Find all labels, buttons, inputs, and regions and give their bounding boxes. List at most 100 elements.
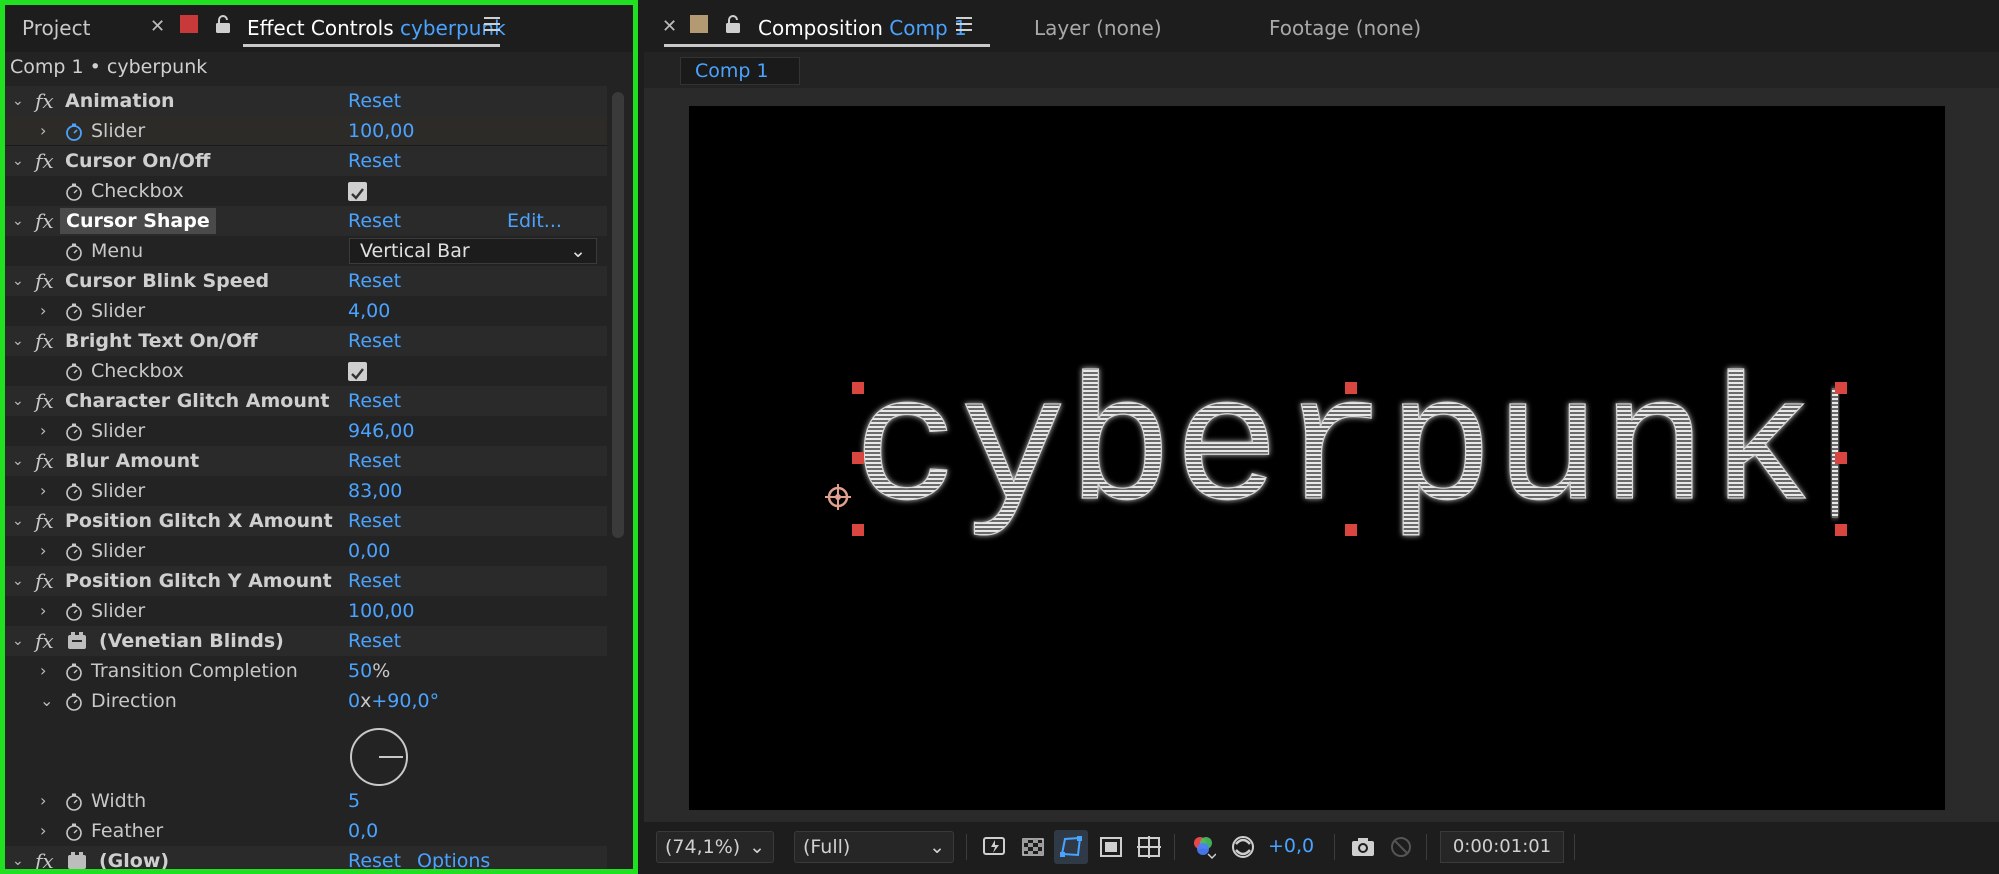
stopwatch-icon[interactable] <box>65 183 83 201</box>
effect-row-cursor-shape[interactable]: ⌄ fx Cursor Shape Reset Edit... <box>5 206 607 236</box>
fx-icon[interactable]: fx <box>35 386 54 416</box>
effect-row-cursor-onoff[interactable]: ⌄ fx Cursor On/Off Reset <box>5 146 607 176</box>
reset-link[interactable]: Reset <box>348 446 401 476</box>
param-row-slider[interactable]: › Slider 4,00 <box>5 296 607 326</box>
param-value[interactable]: 0,0 <box>348 816 378 846</box>
magnification-dropdown[interactable]: (74,1%) ⌄ <box>656 831 774 863</box>
effect-row-animation[interactable]: ⌄ fx Animation Reset <box>5 86 607 116</box>
exposure-reset-icon[interactable] <box>1230 834 1256 860</box>
viewer-scrollbar[interactable] <box>1977 88 1991 822</box>
collapse-chevron-icon[interactable]: ⌄ <box>12 446 26 476</box>
stopwatch-icon-active[interactable] <box>65 123 83 141</box>
collapse-chevron-icon[interactable]: ⌄ <box>12 326 26 356</box>
fx-icon[interactable]: fx <box>35 326 54 356</box>
stopwatch-icon[interactable] <box>65 663 83 681</box>
panel-menu-icon[interactable] <box>956 17 972 31</box>
anchor-point-icon[interactable] <box>825 484 851 510</box>
stopwatch-icon[interactable] <box>65 793 83 811</box>
direction-value[interactable]: 0x+90,0° <box>348 686 439 716</box>
tab-composition[interactable]: Composition Comp 1 <box>758 14 967 42</box>
reset-link[interactable]: Reset <box>348 386 401 416</box>
tab-footage[interactable]: Footage (none) <box>1269 14 1421 42</box>
close-icon[interactable]: ✕ <box>150 16 165 37</box>
param-value[interactable]: 83,00 <box>348 476 402 506</box>
mask-path-icon[interactable] <box>1058 834 1084 860</box>
collapse-chevron-icon[interactable]: ⌄ <box>12 626 26 656</box>
effect-row-blur-amount[interactable]: ⌄ fx Blur Amount Reset <box>5 446 607 476</box>
param-row-feather[interactable]: › Feather 0,0 <box>5 816 607 846</box>
expand-chevron-icon[interactable]: › <box>40 816 54 846</box>
param-value[interactable]: 100,00 <box>348 596 414 626</box>
effect-row-position-glitch-x[interactable]: ⌄ fx Position Glitch X Amount Reset <box>5 506 607 536</box>
collapse-chevron-icon[interactable]: ⌄ <box>12 506 26 536</box>
edit-link[interactable]: Edit... <box>507 206 562 236</box>
comp-breadcrumb[interactable]: Comp 1 <box>680 57 800 85</box>
param-value[interactable]: 50% <box>348 656 390 686</box>
fx-icon[interactable]: fx <box>35 446 54 476</box>
composition-canvas[interactable]: cyberpunk <box>689 106 1945 810</box>
expand-chevron-icon[interactable]: › <box>40 296 54 326</box>
expand-chevron-icon[interactable]: › <box>40 656 54 686</box>
stopwatch-icon[interactable] <box>65 363 83 381</box>
comp-text-layer[interactable]: cyberpunk <box>852 350 1815 552</box>
cursor-shape-dropdown[interactable]: Vertical Bar ⌄ <box>349 238 597 264</box>
panel-menu-icon[interactable] <box>484 17 500 31</box>
fx-icon[interactable]: fx <box>35 86 54 116</box>
param-value[interactable]: 100,00 <box>348 116 414 146</box>
reset-link[interactable]: Reset <box>348 86 401 116</box>
param-value[interactable]: 0,00 <box>348 536 390 566</box>
param-row-transition-completion[interactable]: › Transition Completion 50% <box>5 656 607 686</box>
effect-row-position-glitch-y[interactable]: ⌄ fx Position Glitch Y Amount Reset <box>5 566 607 596</box>
param-row-slider[interactable]: › Slider 100,00 <box>5 596 607 626</box>
param-row-slider[interactable]: › Slider 0,00 <box>5 536 607 566</box>
composition-viewer[interactable]: cyberpunk <box>644 88 1999 822</box>
checkbox-checked[interactable] <box>348 362 367 381</box>
collapse-chevron-icon[interactable]: ⌄ <box>12 146 26 176</box>
param-value[interactable]: 946,00 <box>348 416 414 446</box>
effect-row-venetian-blinds[interactable]: ⌄ fx (Venetian Blinds) Reset <box>5 626 607 656</box>
angle-dial[interactable] <box>348 726 410 788</box>
reset-link[interactable]: Reset <box>348 206 401 236</box>
options-link[interactable]: Options <box>417 846 490 874</box>
tab-effect-controls[interactable]: Effect Controls cyberpunk <box>247 14 506 42</box>
param-row-width[interactable]: › Width 5 <box>5 786 607 816</box>
snapshot-camera-icon[interactable] <box>1350 834 1376 860</box>
reset-link[interactable]: Reset <box>348 326 401 356</box>
collapse-chevron-icon[interactable]: ⌄ <box>12 86 26 116</box>
fx-icon[interactable]: fx <box>35 846 54 874</box>
transparency-grid-icon[interactable] <box>1020 834 1046 860</box>
stopwatch-icon[interactable] <box>65 693 83 711</box>
exposure-value[interactable]: +0,0 <box>1268 835 1314 857</box>
stopwatch-icon[interactable] <box>65 823 83 841</box>
stopwatch-icon[interactable] <box>65 303 83 321</box>
expand-chevron-icon[interactable]: › <box>40 476 54 506</box>
stopwatch-icon[interactable] <box>65 543 83 561</box>
param-row-slider[interactable]: › Slider 100,00 <box>5 116 607 146</box>
effect-row-bright-text[interactable]: ⌄ fx Bright Text On/Off Reset <box>5 326 607 356</box>
scrollbar-thumb[interactable] <box>612 92 624 538</box>
collapse-chevron-icon[interactable]: ⌄ <box>12 846 26 874</box>
fx-icon[interactable]: fx <box>35 266 54 296</box>
fx-icon[interactable]: fx <box>35 206 54 236</box>
reset-link[interactable]: Reset <box>348 566 401 596</box>
grid-guides-icon[interactable] <box>1136 834 1162 860</box>
lock-icon[interactable] <box>214 14 232 34</box>
tab-layer[interactable]: Layer (none) <box>1034 14 1162 42</box>
show-snapshot-icon[interactable] <box>1388 834 1414 860</box>
checkbox-checked[interactable] <box>348 182 367 201</box>
param-row-slider[interactable]: › Slider 83,00 <box>5 476 607 506</box>
reset-link[interactable]: Reset <box>348 846 401 874</box>
label-color-swatch[interactable] <box>690 15 708 33</box>
reset-link[interactable]: Reset <box>348 266 401 296</box>
param-value[interactable]: 4,00 <box>348 296 390 326</box>
expand-chevron-icon[interactable]: › <box>40 536 54 566</box>
expand-chevron-icon[interactable]: › <box>40 116 54 146</box>
reset-link[interactable]: Reset <box>348 506 401 536</box>
effect-row-cursor-blink-speed[interactable]: ⌄ fx Cursor Blink Speed Reset <box>5 266 607 296</box>
fx-icon[interactable]: fx <box>35 626 54 656</box>
current-time-display[interactable]: 0:00:01:01 <box>1440 831 1564 863</box>
tab-project[interactable]: Project <box>22 14 90 42</box>
param-row-checkbox[interactable]: Checkbox <box>5 176 607 206</box>
stopwatch-icon[interactable] <box>65 423 83 441</box>
fx-icon[interactable]: fx <box>35 146 54 176</box>
